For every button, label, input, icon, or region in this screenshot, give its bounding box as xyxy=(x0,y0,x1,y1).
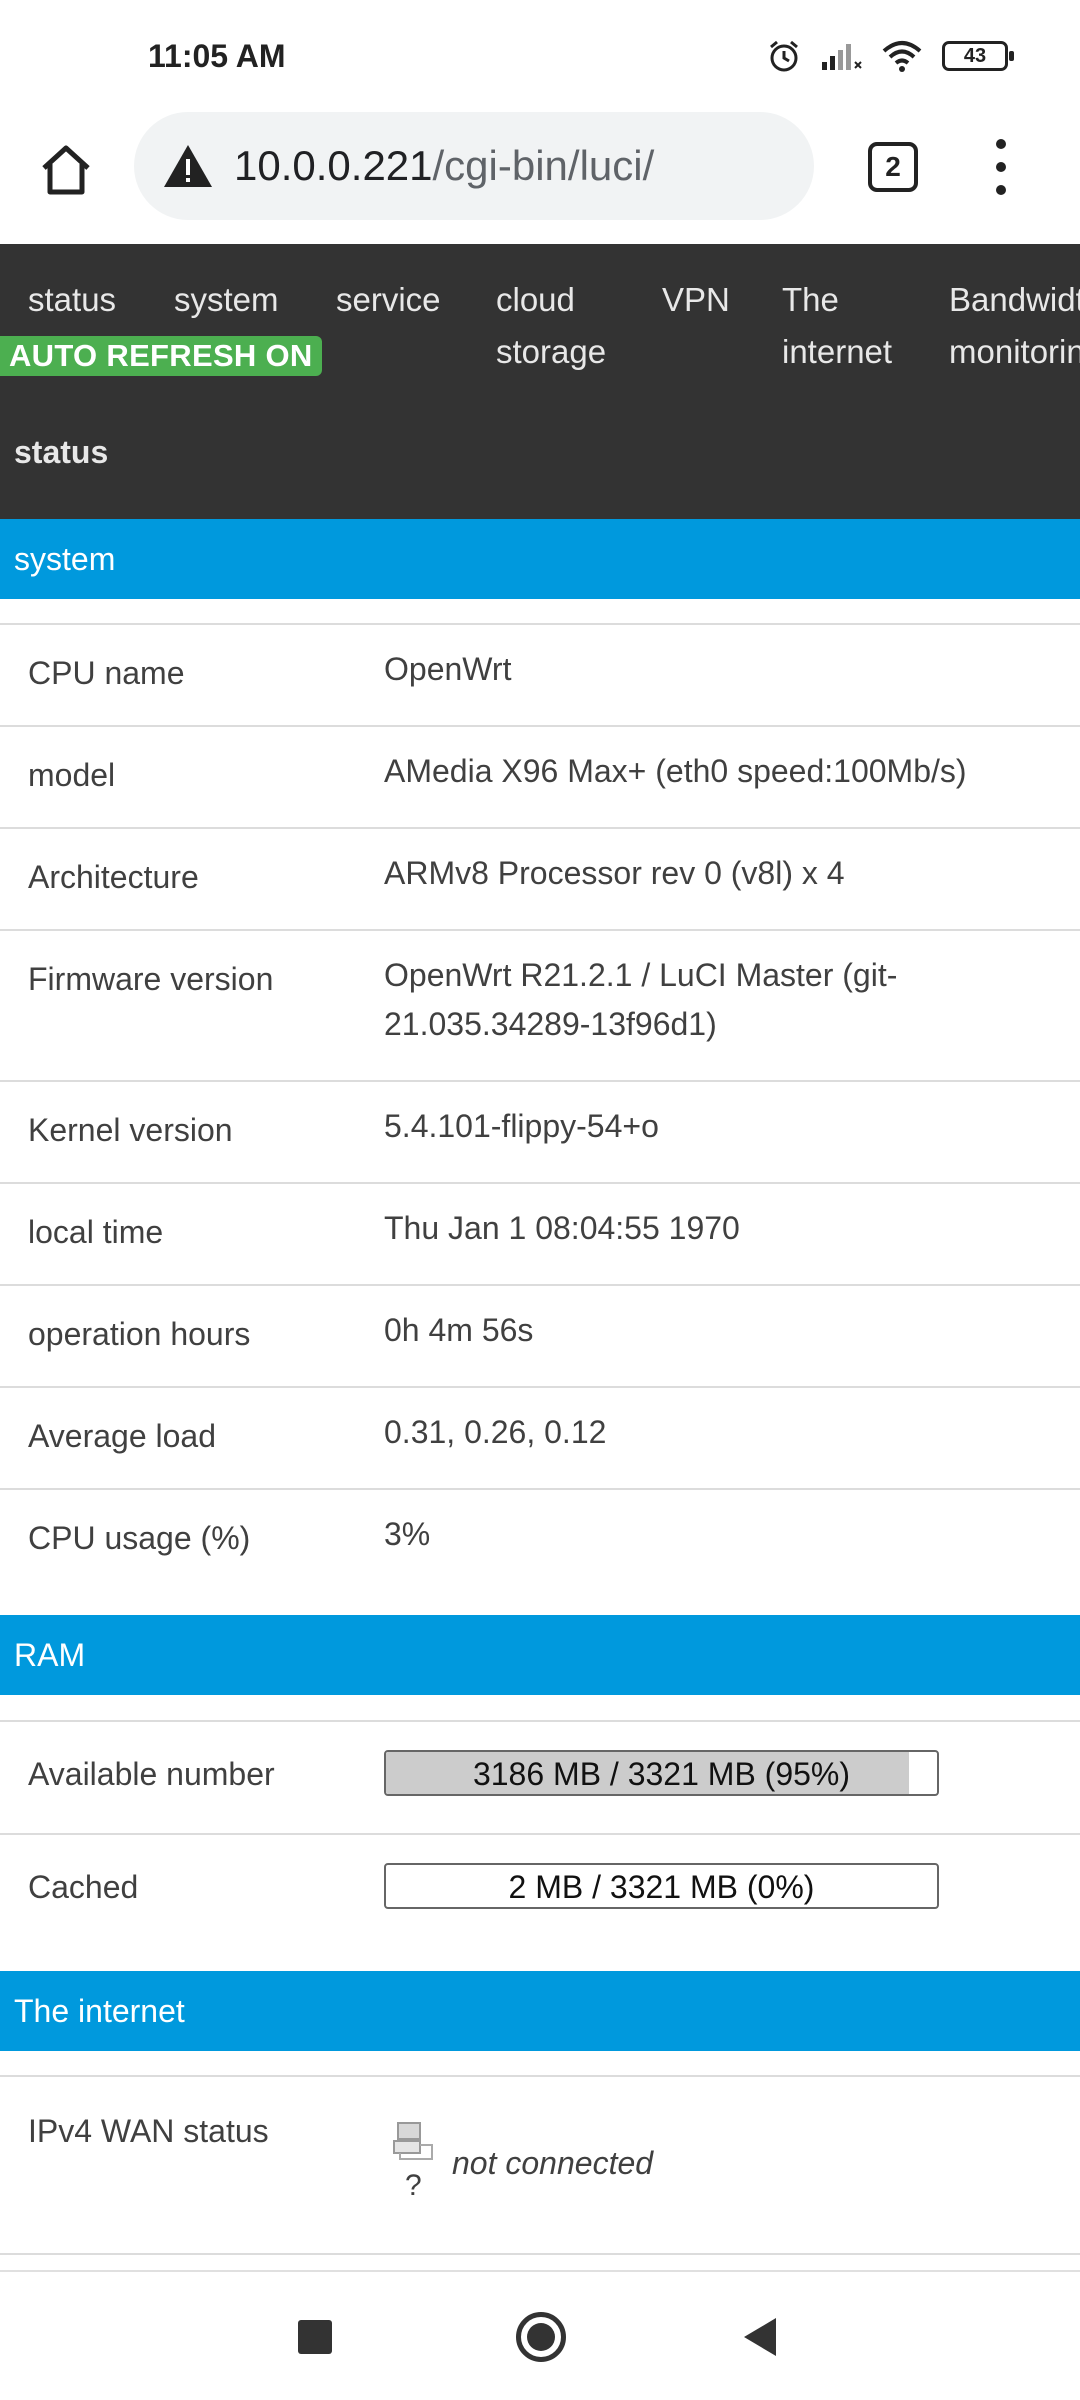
row-label: Firmware version xyxy=(28,961,274,997)
row-value: ARMv8 Processor rev 0 (v8l) x 4 xyxy=(384,855,845,891)
network-disconnected-icon xyxy=(393,2122,433,2160)
alarm-icon xyxy=(770,40,798,72)
system-table: CPU name OpenWrt model AMedia X96 Max+ (… xyxy=(0,623,1080,1592)
url-text: 10.0.0.221/cgi-bin/luci/ xyxy=(234,142,654,190)
nav-item-cloud-storage[interactable]: cloud storage xyxy=(496,274,616,378)
row-value: Thu Jan 1 08:04:55 1970 xyxy=(384,1210,740,1246)
system-navigation-bar xyxy=(0,2270,1080,2400)
address-bar[interactable]: 10.0.0.221/cgi-bin/luci/ xyxy=(134,112,814,220)
section-ram-header: RAM xyxy=(0,1615,1080,1695)
nav-item-service[interactable]: service xyxy=(336,274,441,326)
status-time: 11:05 AM xyxy=(148,38,286,74)
more-options-icon[interactable] xyxy=(986,134,1016,200)
nav-item-bandwidth-monitoring[interactable]: Bandwidth monitoring xyxy=(949,274,1080,378)
section-system-header: system xyxy=(0,519,1080,599)
table-row: operation hours 0h 4m 56s xyxy=(0,1286,1080,1388)
browser-toolbar: 10.0.0.221/cgi-bin/luci/ 2 xyxy=(0,112,1080,244)
section-title: RAM xyxy=(14,1637,86,1673)
table-row: local time Thu Jan 1 08:04:55 1970 xyxy=(0,1184,1080,1286)
table-row: Average load 0.31, 0.26, 0.12 xyxy=(0,1388,1080,1490)
progress-text: 3186 MB / 3321 MB (95%) xyxy=(472,1756,851,1792)
row-value: 3% xyxy=(384,1516,431,1552)
home-icon[interactable] xyxy=(34,138,98,202)
row-label: Cached xyxy=(28,1869,139,1905)
row-label: Available number xyxy=(28,1756,275,1792)
table-row: Architecture ARMv8 Processor rev 0 (v8l)… xyxy=(0,829,1080,931)
row-label: Architecture xyxy=(28,859,199,895)
back-icon[interactable] xyxy=(742,2316,778,2358)
internet-table: IPv4 WAN status ? not connected xyxy=(0,2075,1080,2255)
table-row: Firmware version OpenWrt R21.2.1 / LuCI … xyxy=(0,931,1080,1082)
progress-text: 2 MB / 3321 MB (0%) xyxy=(508,1869,815,1905)
row-value: 5.4.101-flippy-54+o xyxy=(384,1108,659,1144)
row-label: Kernel version xyxy=(28,1112,233,1148)
luci-main-menu: status system service cloud storage VPN … xyxy=(0,244,1080,382)
url-path: /cgi-bin/luci/ xyxy=(432,142,655,189)
page-header: status xyxy=(0,382,1080,519)
wan-status-text: not connected xyxy=(452,2145,654,2181)
memory-cached-bar: 2 MB / 3321 MB (0%) xyxy=(384,1863,939,1909)
nav-item-status[interactable]: status xyxy=(28,274,116,326)
table-row: Kernel version 5.4.101-flippy-54+o xyxy=(0,1082,1080,1184)
table-row: Cached 2 MB / 3321 MB (0%) xyxy=(0,1835,1080,1948)
auto-refresh-toggle[interactable]: AUTO REFRESH ON xyxy=(0,336,322,376)
row-label: CPU usage (%) xyxy=(28,1520,251,1556)
battery-icon: 43 xyxy=(942,41,1014,71)
recent-apps-icon[interactable] xyxy=(298,2320,332,2354)
row-value: 0h 4m 56s xyxy=(384,1312,534,1348)
url-host: 10.0.0.221 xyxy=(234,142,433,189)
nav-item-system[interactable]: system xyxy=(174,274,279,326)
wifi-icon xyxy=(882,41,922,72)
table-row: IPv4 WAN status ? not connected xyxy=(0,2077,1080,2255)
wan-icon-caption: ? xyxy=(405,2169,422,2202)
row-label: operation hours xyxy=(28,1316,251,1352)
signal-icon xyxy=(822,44,862,70)
nav-item-vpn[interactable]: VPN xyxy=(662,274,730,326)
row-label: CPU name xyxy=(28,655,185,691)
row-label: local time xyxy=(28,1214,164,1250)
status-bar: 11:05 AM 43 xyxy=(0,0,1080,112)
row-label: IPv4 WAN status xyxy=(28,2113,269,2149)
section-title: system xyxy=(14,541,116,577)
table-row: CPU usage (%) 3% xyxy=(0,1490,1080,1592)
status-icons: 43 xyxy=(766,38,1014,74)
section-internet-header: The internet xyxy=(0,1971,1080,2051)
ram-table: Available number 3186 MB / 3321 MB (95%)… xyxy=(0,1720,1080,1948)
row-label: Average load xyxy=(28,1418,216,1454)
table-row: model AMedia X96 Max+ (eth0 speed:100Mb/… xyxy=(0,727,1080,829)
section-title: The internet xyxy=(14,1993,185,2029)
table-row: CPU name OpenWrt xyxy=(0,625,1080,727)
not-secure-warning-icon[interactable] xyxy=(162,143,214,189)
page-title: status xyxy=(14,434,109,470)
table-row: Available number 3186 MB / 3321 MB (95%) xyxy=(0,1722,1080,1835)
row-value: 0.31, 0.26, 0.12 xyxy=(384,1414,607,1450)
home-nav-icon[interactable] xyxy=(516,2312,566,2362)
row-value: OpenWrt xyxy=(384,651,512,687)
tab-switcher-button[interactable]: 2 xyxy=(868,142,918,192)
row-value: OpenWrt R21.2.1 / LuCI Master (git-21.03… xyxy=(384,957,898,1042)
nav-item-internet[interactable]: The internet xyxy=(782,274,912,378)
memory-available-bar: 3186 MB / 3321 MB (95%) xyxy=(384,1750,939,1796)
row-value: AMedia X96 Max+ (eth0 speed:100Mb/s) xyxy=(384,753,967,789)
row-label: model xyxy=(28,757,116,793)
